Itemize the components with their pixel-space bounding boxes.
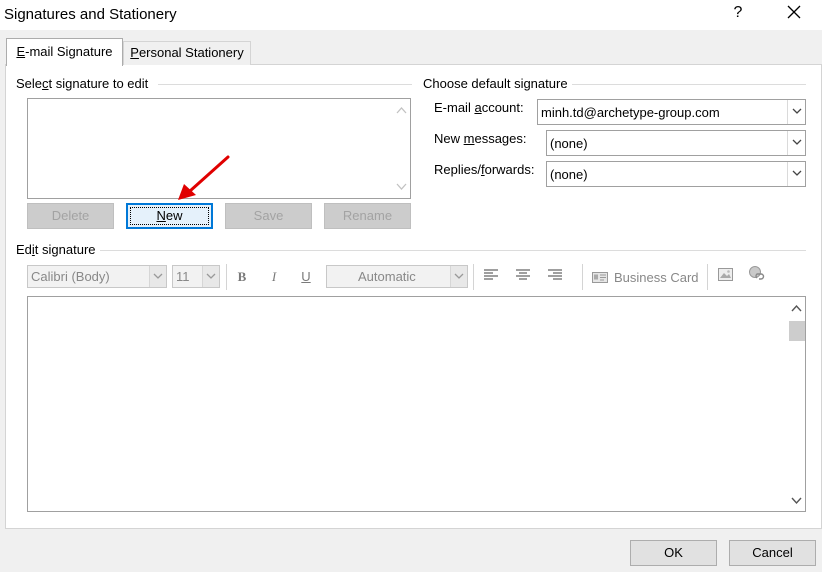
- new-messages-select[interactable]: (none): [546, 130, 806, 156]
- chevron-down-icon[interactable]: [202, 266, 219, 287]
- scroll-up-icon[interactable]: [396, 105, 407, 116]
- scroll-down-icon[interactable]: [396, 181, 407, 192]
- default-signature-heading: Choose default signature: [423, 76, 568, 91]
- chevron-down-icon[interactable]: [787, 131, 805, 155]
- signature-editor[interactable]: [27, 296, 806, 512]
- italic-button[interactable]: I: [263, 266, 285, 288]
- business-card-icon: [592, 272, 608, 283]
- replies-forwards-value: (none): [550, 167, 588, 182]
- scroll-down-icon[interactable]: [791, 495, 802, 506]
- toolbar-separator: [226, 264, 227, 290]
- email-account-label: E-mail account:: [434, 100, 524, 115]
- align-center-icon[interactable]: [512, 266, 534, 288]
- toolbar-separator: [473, 264, 474, 290]
- toolbar-separator: [582, 264, 583, 290]
- select-signature-heading: Select signature to edit: [16, 76, 149, 91]
- insert-picture-icon[interactable]: [714, 266, 736, 288]
- new-messages-label: New messages:: [434, 131, 527, 146]
- chevron-down-icon[interactable]: [787, 162, 805, 186]
- rename-button[interactable]: Rename: [324, 203, 411, 229]
- divider: [100, 250, 806, 251]
- chevron-down-icon[interactable]: [149, 266, 166, 287]
- color-select[interactable]: Automatic: [326, 265, 468, 288]
- replies-forwards-select[interactable]: (none): [546, 161, 806, 187]
- delete-button[interactable]: Delete: [27, 203, 114, 229]
- annotation-arrow-icon: [178, 155, 230, 200]
- chevron-down-icon[interactable]: [787, 100, 805, 124]
- ok-button[interactable]: OK: [630, 540, 717, 566]
- tab-email-signature[interactable]: E-mail Signature: [6, 38, 123, 66]
- align-left-icon[interactable]: [480, 266, 502, 288]
- tab-personal-stationery[interactable]: Personal Stationery: [123, 41, 251, 65]
- edit-signature-heading: Edit signature: [16, 242, 96, 257]
- toolbar-separator: [707, 264, 708, 290]
- editor-scrollbar[interactable]: [788, 297, 805, 511]
- email-account-value: minh.td@archetype-group.com: [541, 105, 720, 120]
- close-icon[interactable]: [786, 4, 802, 22]
- align-right-icon[interactable]: [544, 266, 566, 288]
- list-scrollbar[interactable]: [393, 99, 410, 198]
- cancel-button[interactable]: Cancel: [729, 540, 816, 566]
- help-button[interactable]: ?: [731, 4, 745, 22]
- business-card-button[interactable]: Business Card: [592, 268, 702, 288]
- window-title: Signatures and Stationery: [4, 6, 177, 23]
- divider: [572, 84, 806, 85]
- chevron-down-icon[interactable]: [450, 266, 467, 287]
- replies-forwards-label: Replies/forwards:: [434, 162, 535, 177]
- divider: [158, 84, 412, 85]
- font-size-select[interactable]: 11: [172, 265, 220, 288]
- scrollbar-thumb[interactable]: [789, 321, 805, 341]
- email-account-select[interactable]: minh.td@archetype-group.com: [537, 99, 806, 125]
- underline-button[interactable]: U: [295, 266, 317, 288]
- font-select[interactable]: Calibri (Body): [27, 265, 167, 288]
- bold-button[interactable]: B: [231, 266, 253, 288]
- scroll-up-icon[interactable]: [791, 303, 802, 314]
- new-messages-value: (none): [550, 136, 588, 151]
- insert-hyperlink-icon[interactable]: [746, 266, 768, 288]
